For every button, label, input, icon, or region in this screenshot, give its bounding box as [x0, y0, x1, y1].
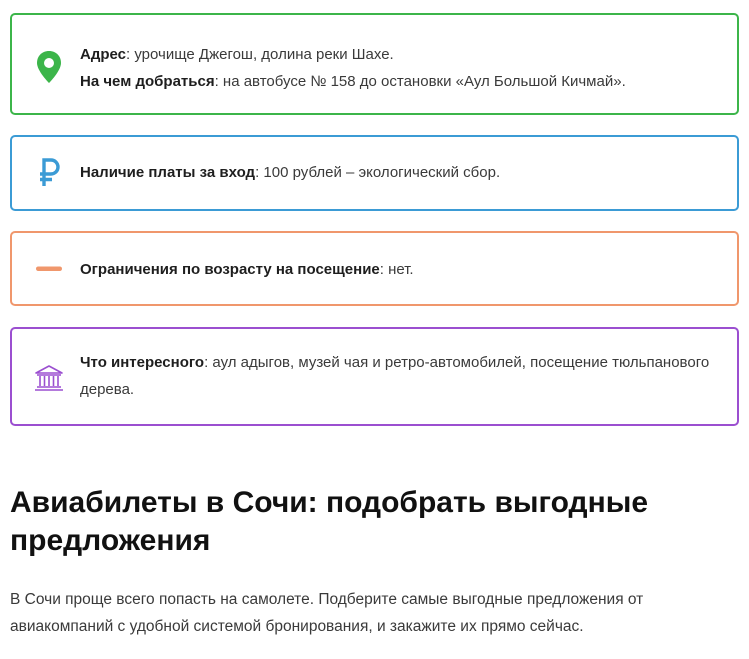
age-label: Ограничения по возрасту на посещение [80, 261, 380, 278]
attractions-text: Что интересного: аул адыгов, музей чая и… [80, 349, 719, 403]
payment-info-card: Наличие платы за вход: 100 рублей – экол… [10, 135, 739, 211]
minus-icon [34, 251, 64, 287]
payment-text: Наличие платы за вход: 100 рублей – экол… [80, 159, 719, 186]
age-value: : нет. [379, 261, 414, 278]
address-value: : урочище Джегош, долина реки Шахе. [126, 46, 394, 63]
ruble-icon [34, 155, 64, 191]
address-line: Адрес: урочище Джегош, долина реки Шахе. [80, 41, 719, 68]
route-value: : на автобусе № 158 до остановки «Аул Бо… [214, 73, 626, 90]
museum-icon [34, 360, 64, 396]
payment-label: Наличие платы за вход [80, 164, 256, 181]
address-info-card: Адрес: урочище Джегош, долина реки Шахе.… [10, 13, 739, 115]
payment-value: : 100 рублей – экологический сбор. [255, 164, 501, 181]
attractions-label: Что интересного [80, 354, 205, 371]
address-text: Адрес: урочище Джегош, долина реки Шахе.… [80, 41, 719, 95]
map-pin-icon [34, 49, 64, 85]
route-line: На чем добраться: на автобусе № 158 до о… [80, 68, 719, 95]
address-label: Адрес [80, 46, 127, 63]
route-label: На чем добраться [80, 73, 215, 90]
section-heading: Авиабилеты в Сочи: подобрать выгодные пр… [10, 486, 648, 557]
age-text: Ограничения по возрасту на посещение: не… [80, 256, 719, 283]
age-restriction-card: Ограничения по возрасту на посещение: не… [10, 231, 739, 306]
section-paragraph: В Сочи проще всего попасть на самолете. … [10, 591, 644, 635]
attractions-info-card: Что интересного: аул адыгов, музей чая и… [10, 327, 739, 426]
